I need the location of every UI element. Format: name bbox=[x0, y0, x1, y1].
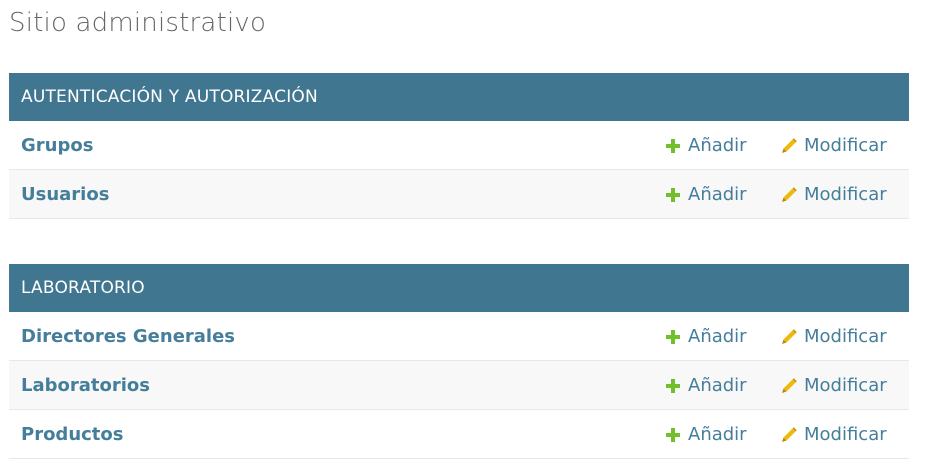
add-link-laboratorios[interactable]: Añadir bbox=[665, 361, 747, 410]
change-label: Modificar bbox=[804, 135, 887, 156]
change-link-productos[interactable]: Modificar bbox=[781, 410, 887, 459]
change-label: Modificar bbox=[804, 375, 887, 396]
site-title: Sitio administrativo bbox=[9, 8, 267, 38]
add-link-usuarios[interactable]: Añadir bbox=[665, 170, 747, 219]
plus-icon bbox=[665, 427, 681, 443]
change-label: Modificar bbox=[804, 184, 887, 205]
add-link-productos[interactable]: Añadir bbox=[665, 410, 747, 459]
add-label: Añadir bbox=[688, 135, 747, 156]
pencil-icon bbox=[781, 377, 797, 394]
module-caption[interactable]: AUTENTICACIÓN Y AUTORIZACIÓN bbox=[9, 73, 909, 121]
plus-icon bbox=[665, 329, 681, 345]
module-caption[interactable]: LABORATORIO bbox=[9, 264, 909, 312]
model-row-directores: Directores Generales Añadir Modificar bbox=[9, 312, 909, 361]
add-link-directores-generales[interactable]: Añadir bbox=[665, 312, 747, 361]
model-row-laboratorios: Laboratorios Añadir Modificar bbox=[9, 361, 909, 410]
add-label: Añadir bbox=[688, 184, 747, 205]
plus-icon bbox=[665, 138, 681, 154]
model-row-grupos: Grupos Añadir Modificar bbox=[9, 121, 909, 170]
admin-index: Sitio administrativo AUTENTICACIÓN Y AUT… bbox=[0, 0, 935, 467]
model-link-grupos[interactable]: Grupos bbox=[21, 121, 93, 170]
change-link-laboratorios[interactable]: Modificar bbox=[781, 361, 887, 410]
change-label: Modificar bbox=[804, 424, 887, 445]
model-row-productos: Productos Añadir Modificar bbox=[9, 410, 909, 459]
add-link-grupos[interactable]: Añadir bbox=[665, 121, 747, 170]
pencil-icon bbox=[781, 328, 797, 345]
pencil-icon bbox=[781, 426, 797, 443]
pencil-icon bbox=[781, 137, 797, 154]
pencil-icon bbox=[781, 186, 797, 203]
change-label: Modificar bbox=[804, 326, 887, 347]
add-label: Añadir bbox=[688, 326, 747, 347]
plus-icon bbox=[665, 378, 681, 394]
add-label: Añadir bbox=[688, 375, 747, 396]
model-link-productos[interactable]: Productos bbox=[21, 410, 124, 459]
change-link-usuarios[interactable]: Modificar bbox=[781, 170, 887, 219]
change-link-directores-generales[interactable]: Modificar bbox=[781, 312, 887, 361]
model-row-usuarios: Usuarios Añadir Modificar bbox=[9, 170, 909, 219]
model-link-directores-generales[interactable]: Directores Generales bbox=[21, 312, 235, 361]
plus-icon bbox=[665, 187, 681, 203]
change-link-grupos[interactable]: Modificar bbox=[781, 121, 887, 170]
model-link-laboratorios[interactable]: Laboratorios bbox=[21, 361, 150, 410]
model-link-usuarios[interactable]: Usuarios bbox=[21, 170, 109, 219]
module-autenticacion: AUTENTICACIÓN Y AUTORIZACIÓN Grupos Añad… bbox=[9, 73, 909, 219]
add-label: Añadir bbox=[688, 424, 747, 445]
module-laboratorio: LABORATORIO Directores Generales Añadir … bbox=[9, 264, 909, 459]
